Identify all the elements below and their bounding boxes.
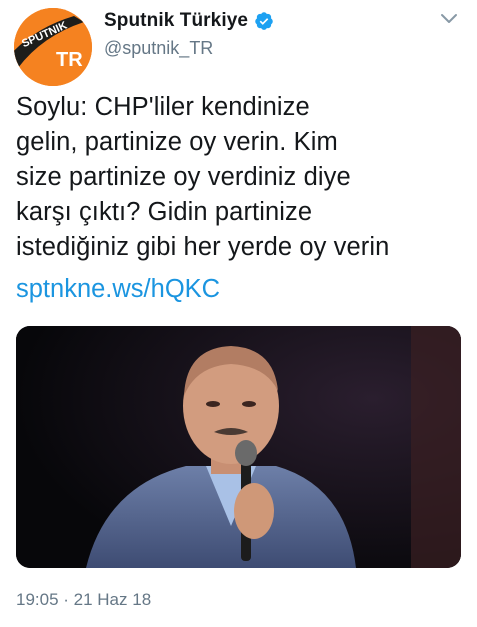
tweet-text-line: istediğiniz gibi her yerde oy verin: [16, 233, 390, 261]
tweet-photo[interactable]: [16, 326, 461, 568]
tweet-text-line: gelin, partinize oy verin. Kim: [16, 128, 338, 156]
author-handle[interactable]: @sputnik_TR: [104, 38, 213, 59]
verified-badge-icon: [255, 12, 273, 30]
tweet-text-line: size partinize oy verdiniz diye: [16, 163, 351, 191]
author-name-row: Sputnik Türkiye: [104, 10, 274, 32]
author-display-name[interactable]: Sputnik Türkiye: [104, 10, 248, 32]
tweet-link[interactable]: sptnkne.ws/hQKC: [16, 272, 220, 307]
sputnik-logo-icon: SPUTNIK TR: [14, 8, 92, 86]
speaker-photo: [16, 326, 461, 568]
tweet-text: Soylu: CHP'liler kendinize gelin, partin…: [16, 90, 468, 265]
chevron-down-icon[interactable]: [437, 10, 461, 28]
tweet-timestamp[interactable]: 19:05 · 21 Haz 18: [16, 590, 151, 610]
svg-text:TR: TR: [56, 49, 83, 71]
tweet-text-line: Soylu: CHP'liler kendinize: [16, 93, 310, 121]
tweet-text-line: karşı çıktı? Gidin partinize: [16, 198, 313, 226]
tweet-card: SPUTNIK TR Sputnik Türkiye @sputnik_TR S…: [0, 0, 477, 627]
avatar[interactable]: SPUTNIK TR: [14, 8, 92, 86]
